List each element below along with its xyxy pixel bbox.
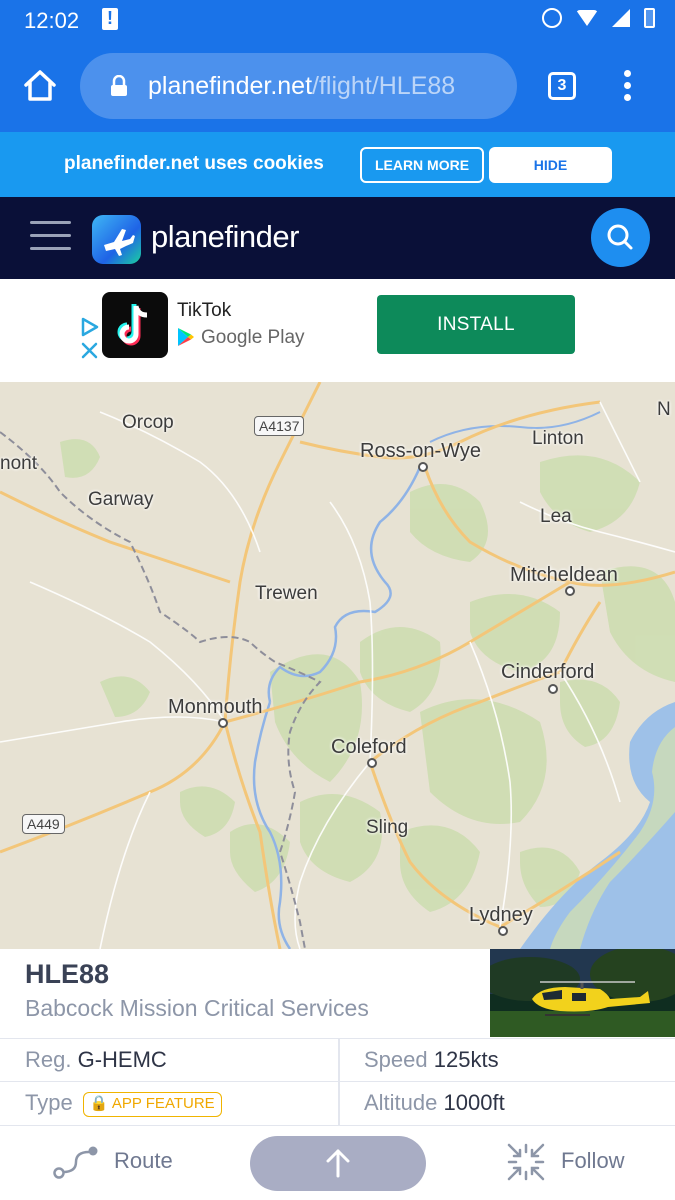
wifi-icon xyxy=(576,10,598,26)
coleford-marker xyxy=(367,758,377,768)
road-shield: A4137 xyxy=(254,416,305,436)
reg-value: G-HEMC xyxy=(77,1047,167,1072)
reg-label: Reg. xyxy=(25,1047,72,1072)
planefinder-logo-icon[interactable] xyxy=(92,215,141,264)
place-label: Lea xyxy=(540,506,572,527)
browser-toolbar: planefinder.net/flight/HLE88 3 xyxy=(0,42,675,132)
speed-value: 125kts xyxy=(433,1047,499,1072)
place-label: Garway xyxy=(88,489,154,510)
flight-operator: Babcock Mission Critical Services xyxy=(25,995,369,1021)
place-label: Orcop xyxy=(122,412,174,433)
follow-button[interactable]: Follow xyxy=(506,1142,656,1182)
follow-label: Follow xyxy=(561,1148,625,1173)
hamburger-menu-icon[interactable] xyxy=(30,221,71,253)
ad-choices-icon[interactable] xyxy=(80,317,100,361)
signal-icon xyxy=(612,9,630,27)
place-label: nont xyxy=(0,453,37,474)
altitude-value: 1000ft xyxy=(443,1090,505,1115)
follow-icon xyxy=(507,1143,545,1181)
place-label: N xyxy=(657,399,671,420)
cookie-text: planefinder.net uses cookies xyxy=(64,153,324,174)
place-label: Sling xyxy=(366,817,409,838)
flight-details-row-1: Reg. G-HEMC Speed 125kts xyxy=(0,1038,675,1082)
browser-menu-icon[interactable] xyxy=(622,70,632,102)
place-label: Cinderford xyxy=(501,661,595,683)
ad-banner[interactable]: TikTok Google Play INSTALL xyxy=(0,279,675,382)
place-label: Trewen xyxy=(255,583,318,604)
road-shield: A449 xyxy=(22,814,65,834)
place-label: Ross-on-Wye xyxy=(360,440,481,462)
place-label: Linton xyxy=(532,428,584,449)
flight-callsign: HLE88 xyxy=(25,959,110,989)
ad-store-label: Google Play xyxy=(201,327,305,348)
google-play-icon xyxy=(178,328,194,346)
cookie-banner: planefinder.net uses cookies LEARN MORE … xyxy=(0,132,675,197)
app-feature-label: APP FEATURE xyxy=(111,1094,215,1112)
speed-label: Speed xyxy=(364,1047,428,1072)
place-label: Lydney xyxy=(469,904,533,926)
flight-map[interactable]: Orcop Ross-on-Wye Linton nont Garway Lea… xyxy=(0,382,675,949)
type-label: Type xyxy=(25,1090,73,1115)
home-icon[interactable] xyxy=(22,68,58,102)
url-text: planefinder.net/flight/HLE88 xyxy=(148,72,455,101)
lock-icon xyxy=(111,75,127,96)
row-divider xyxy=(338,1039,340,1082)
ross-on-wye-marker xyxy=(418,462,428,472)
route-button[interactable]: Route xyxy=(52,1142,202,1182)
plane-icon xyxy=(104,229,135,256)
app-feature-badge[interactable]: 🔒 APP FEATURE xyxy=(82,1091,222,1117)
route-icon xyxy=(53,1146,98,1179)
url-path: /flight/HLE88 xyxy=(312,72,456,100)
bottom-action-bar: Route Follow xyxy=(0,1125,675,1200)
flight-info-panel: HLE88 Babcock Mission Critical Services … xyxy=(0,949,675,1125)
place-label: Monmouth xyxy=(168,696,263,718)
aircraft-photo[interactable] xyxy=(490,949,675,1037)
expand-panel-button[interactable] xyxy=(250,1136,426,1191)
search-icon xyxy=(607,224,633,250)
row-divider xyxy=(338,1082,340,1125)
lydney-marker xyxy=(498,926,508,936)
helicopter-image xyxy=(490,949,675,1037)
padlock-icon: 🔒 xyxy=(89,1094,109,1112)
arrow-up-icon xyxy=(326,1149,350,1178)
place-label: Coleford xyxy=(331,736,407,758)
monmouth-marker xyxy=(218,718,228,728)
flight-details-row-2: Type 🔒 APP FEATURE Altitude 1000ft xyxy=(0,1081,675,1125)
alert-icon xyxy=(102,8,118,30)
altitude-cell: Altitude 1000ft xyxy=(364,1082,505,1125)
tab-switcher-button[interactable]: 3 xyxy=(548,72,576,100)
site-header: planefinder xyxy=(0,197,675,279)
status-bar: 12:02 xyxy=(0,0,675,42)
learn-more-button[interactable]: LEARN MORE xyxy=(360,147,484,183)
type-cell: Type 🔒 APP FEATURE xyxy=(25,1082,222,1125)
tiktok-logo-icon xyxy=(117,304,148,346)
mitcheldean-marker xyxy=(565,586,575,596)
url-domain: planefinder.net xyxy=(148,72,313,100)
install-button[interactable]: INSTALL xyxy=(377,295,575,354)
status-time: 12:02 xyxy=(24,8,80,33)
alarm-icon xyxy=(542,8,562,28)
altitude-label: Altitude xyxy=(364,1090,438,1115)
address-bar[interactable]: planefinder.net/flight/HLE88 xyxy=(80,53,517,119)
speed-cell: Speed 125kts xyxy=(364,1039,499,1082)
route-label: Route xyxy=(114,1148,173,1173)
place-label: Mitcheldean xyxy=(510,564,618,586)
logo-text[interactable]: planefinder xyxy=(151,219,299,255)
cinderford-marker xyxy=(548,684,558,694)
battery-icon xyxy=(644,8,655,28)
tiktok-app-icon[interactable] xyxy=(102,292,168,358)
search-button[interactable] xyxy=(591,208,650,267)
hide-cookies-button[interactable]: HIDE xyxy=(489,147,612,183)
ad-title: TikTok xyxy=(177,300,232,321)
registration-cell: Reg. G-HEMC xyxy=(25,1039,167,1082)
